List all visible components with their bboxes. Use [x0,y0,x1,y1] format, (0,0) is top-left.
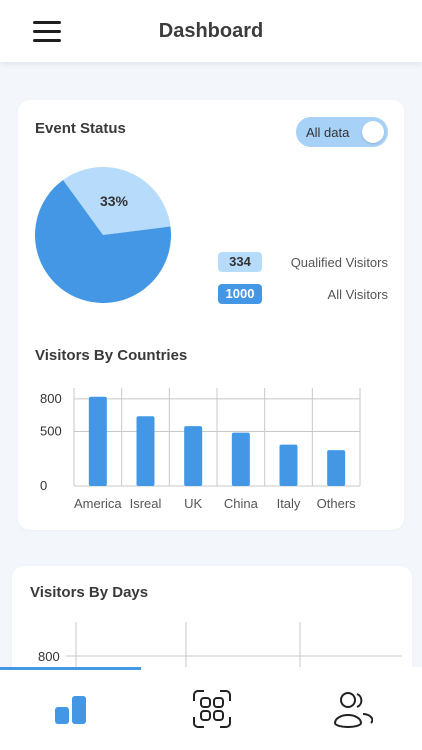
event-status-title: Event Status [35,120,126,137]
x-tick-label: UK [184,496,202,511]
event-status-card: Event Status All data 33% 334 Qualified … [18,100,404,530]
scan-icon [192,690,231,728]
y-tick-label: 800 [40,391,62,406]
bar-america [88,396,107,486]
x-tick-label: Others [317,496,357,511]
legend-all-visitors: 1000 All Visitors [218,284,388,304]
tab-users[interactable] [282,670,422,748]
all-data-toggle-label: All data [306,125,350,140]
x-tick-label: China [224,496,259,511]
pie-qualified-percent-label: 33% [100,193,129,209]
tab-dashboard[interactable] [0,670,141,748]
all-visitors-label: All Visitors [327,286,388,302]
qualified-visitors-count: 334 [218,252,262,272]
qualified-visitors-label: Qualified Visitors [290,254,388,270]
all-data-toggle[interactable]: All data [296,117,388,147]
bar-italy [279,444,298,486]
all-visitors-count: 1000 [218,284,262,304]
x-tick-label: Isreal [130,496,162,511]
y-tick-label: 0 [40,478,47,493]
x-tick-label: America [74,496,122,511]
toggle-knob [362,121,384,143]
bar-china [231,432,250,486]
top-app-bar: Dashboard [0,0,422,62]
legend-qualified-visitors: 334 Qualified Visitors [218,252,388,272]
page-title: Dashboard [158,20,264,42]
bar-others [327,450,346,486]
users-icon [333,692,373,728]
tab-scan[interactable] [141,670,282,748]
y-tick-label: 500 [40,424,62,439]
visitors-by-countries-bar-chart: 800 500 0 America Isreal UK China Italy Others [40,388,361,511]
x-tick-label: Italy [277,496,301,511]
bar-uk [184,426,203,486]
bar-isreal [136,416,155,486]
visitors-by-days-title: Visitors By Days [30,584,149,601]
visitors-by-countries-title: Visitors By Countries [35,347,188,364]
event-status-pie-chart: 33% [34,167,171,303]
y-tick-label: 800 [38,649,60,664]
bottom-navigation [0,667,422,750]
bar-chart-icon [54,696,86,724]
